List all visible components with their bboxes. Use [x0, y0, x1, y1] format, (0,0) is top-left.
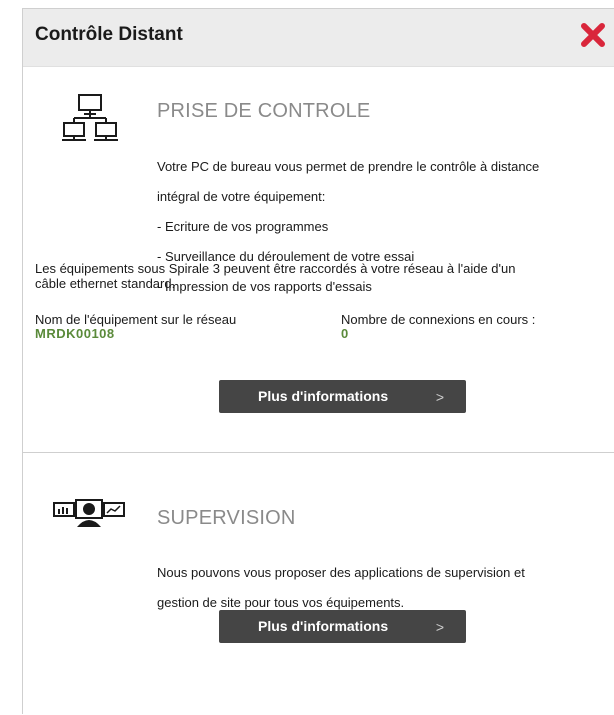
network-computers-icon — [61, 93, 119, 150]
desc-line: gestion de site pour tous vos équipement… — [157, 595, 405, 610]
section-supervision: SUPERVISION Nous pouvons vous proposer d… — [23, 453, 614, 715]
chevron-right-icon: > — [435, 619, 444, 635]
device-name-value: MRDK00108 — [35, 326, 115, 341]
panel-title: Contrôle Distant — [35, 24, 183, 45]
desc-line: Nous pouvons vous proposer des applicati… — [157, 565, 525, 580]
desc-line: - Ecriture de vos programmes — [157, 219, 329, 234]
info-line: câble ethernet standard. — [35, 276, 176, 291]
remote-control-panel: Contrôle Distant PRISE DE CONTROLE Votre… — [22, 8, 614, 714]
button-label: Plus d'informations — [258, 618, 389, 634]
ethernet-info: Les équipements sous Spirale 3 peuvent ê… — [35, 261, 575, 291]
chevron-right-icon: > — [435, 389, 444, 405]
more-info-button-supervision[interactable]: Plus d'informations > — [219, 610, 466, 643]
section-title-supervision: SUPERVISION — [157, 507, 296, 529]
section-prise-de-controle: PRISE DE CONTROLE Votre PC de bureau vou… — [23, 67, 614, 453]
section-title-prise: PRISE DE CONTROLE — [157, 100, 371, 122]
supervision-monitor-icon — [52, 499, 126, 532]
close-icon[interactable] — [579, 21, 607, 49]
desc-line: intégral de votre équipement: — [157, 189, 326, 204]
panel-header: Contrôle Distant — [23, 9, 614, 67]
more-info-button-prise[interactable]: Plus d'informations > — [219, 380, 466, 413]
desc-line: Votre PC de bureau vous permet de prendr… — [157, 159, 540, 174]
info-line: Les équipements sous Spirale 3 peuvent ê… — [35, 261, 516, 276]
button-label: Plus d'informations — [258, 388, 389, 404]
connections-label: Nombre de connexions en cours : — [341, 312, 536, 327]
device-name-label: Nom de l'équipement sur le réseau — [35, 312, 237, 327]
connections-value: 0 — [341, 326, 349, 341]
